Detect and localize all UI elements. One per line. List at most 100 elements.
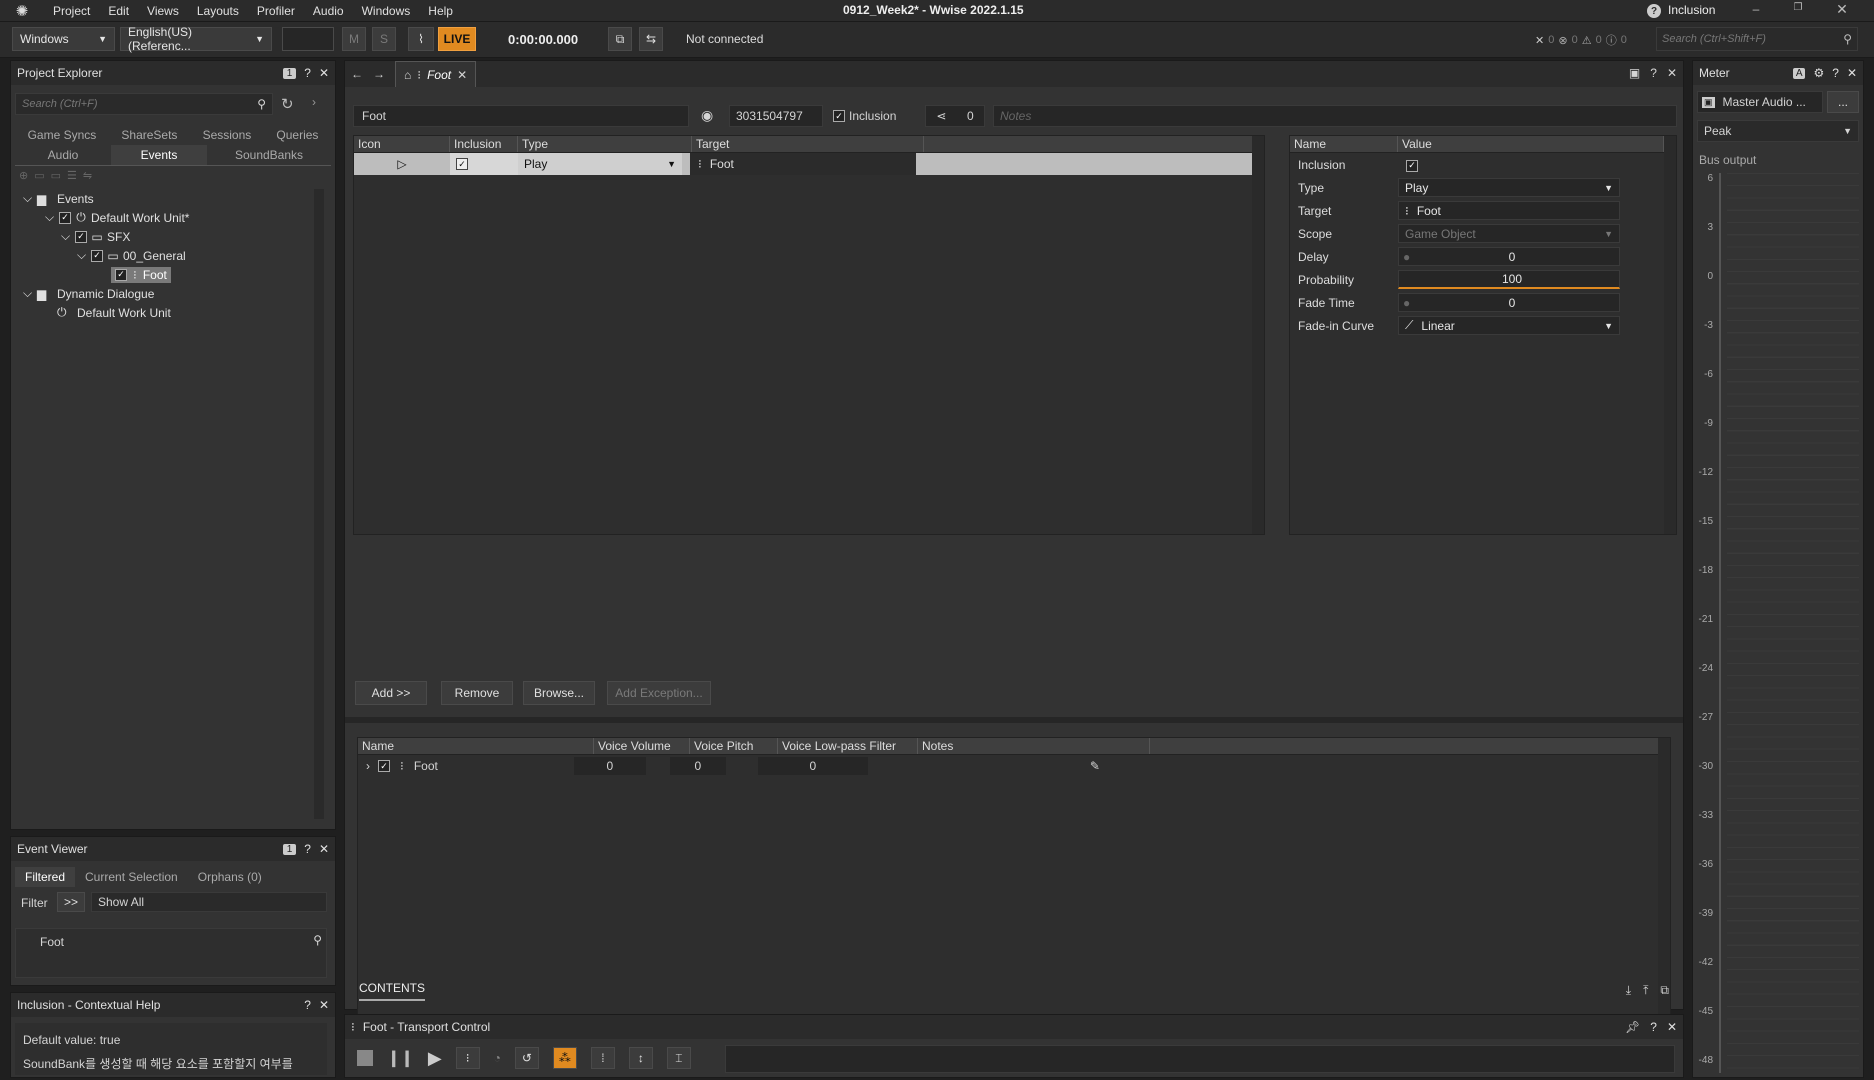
- dots-button[interactable]: ⁝: [455, 1047, 480, 1069]
- minimize-icon[interactable]: –: [1746, 2, 1766, 16]
- bus-select[interactable]: ▣ Master Audio ...: [1697, 91, 1823, 113]
- delay-slider[interactable]: ● 0: [1398, 247, 1620, 266]
- help-icon[interactable]: ?: [304, 998, 311, 1012]
- browse-button[interactable]: Browse...: [523, 681, 595, 705]
- pin-icon[interactable]: 📌︎: [1625, 1020, 1640, 1034]
- meter-mode-select[interactable]: Peak ▼: [1697, 120, 1859, 142]
- close-window-icon[interactable]: ✕: [1832, 1, 1852, 18]
- tab-soundbanks[interactable]: SoundBanks: [207, 145, 331, 165]
- stop-icon[interactable]: [357, 1050, 373, 1066]
- color-icon[interactable]: ◉: [701, 107, 713, 124]
- add-button[interactable]: Add >>: [355, 681, 427, 705]
- global-search[interactable]: Search (Ctrl+Shift+F) ⚲: [1656, 27, 1858, 51]
- states-button[interactable]: ⁞: [590, 1047, 615, 1069]
- refresh-icon[interactable]: ↻: [281, 95, 294, 113]
- target-field[interactable]: ⁝ Foot: [690, 153, 916, 175]
- help-icon[interactable]: ?: [304, 842, 311, 856]
- name-field[interactable]: Foot: [353, 105, 689, 127]
- switches-button[interactable]: ↕: [628, 1047, 653, 1069]
- fade-curve-select[interactable]: ⟋ Linear ▼: [1398, 316, 1620, 335]
- upload-icon[interactable]: ⤒: [1643, 983, 1648, 998]
- tab-sessions[interactable]: Sessions: [193, 125, 262, 145]
- menu-profiler[interactable]: Profiler: [248, 0, 304, 22]
- editor-tab[interactable]: ⌂ ⁝ Foot ✕: [395, 61, 477, 87]
- solo-button[interactable]: S: [372, 27, 396, 51]
- back-icon[interactable]: ←: [351, 67, 363, 81]
- home-icon[interactable]: ⌂: [404, 68, 411, 82]
- props-scrollbar[interactable]: [1664, 136, 1676, 534]
- sync-group-badge[interactable]: 1: [282, 67, 297, 79]
- close-icon[interactable]: ✕: [319, 998, 329, 1012]
- tab-events[interactable]: Events: [111, 145, 207, 165]
- probability-slider[interactable]: 100: [1398, 270, 1620, 289]
- list-item[interactable]: Foot: [40, 935, 64, 949]
- restore-icon[interactable]: ❐: [1788, 2, 1808, 13]
- tree-item[interactable]: ⌵ ▆ Events: [19, 189, 315, 208]
- connect-button[interactable]: ⇆: [639, 27, 663, 51]
- rtpc-button[interactable]: ⌶: [666, 1047, 691, 1069]
- blank-button[interactable]: [282, 27, 334, 51]
- filter-expand-button[interactable]: >>: [57, 892, 85, 912]
- menu-views[interactable]: Views: [138, 0, 188, 22]
- menu-help[interactable]: Help: [419, 0, 462, 22]
- help-icon[interactable]: ?: [304, 66, 311, 80]
- game-objects-button[interactable]: ⁂: [552, 1047, 577, 1069]
- close-icon[interactable]: ✕: [319, 842, 329, 856]
- forward-icon[interactable]: →: [373, 67, 385, 81]
- checkbox[interactable]: ✓: [1406, 159, 1418, 172]
- menu-project[interactable]: Project: [44, 0, 99, 22]
- help-icon[interactable]: ?: [1647, 4, 1661, 18]
- tree-item-selected[interactable]: ✓ ⁝ Foot: [19, 265, 315, 284]
- search-icon[interactable]: ⚲: [313, 933, 322, 947]
- close-icon[interactable]: ✕: [457, 68, 467, 82]
- add-icon[interactable]: ⊕: [19, 169, 28, 182]
- filter-select[interactable]: Show All: [91, 892, 327, 912]
- clear-icon[interactable]: ✕: [1535, 34, 1544, 47]
- project-search[interactable]: Search (Ctrl+F) ⚲: [15, 93, 273, 115]
- help-icon[interactable]: ?: [1832, 66, 1839, 80]
- play-icon[interactable]: ▶: [428, 1048, 442, 1069]
- profiler-graph-button[interactable]: ⌇: [408, 27, 434, 51]
- menu-windows[interactable]: Windows: [353, 0, 420, 22]
- wwise-logo-icon[interactable]: ✺: [0, 2, 44, 20]
- tab-audio[interactable]: Audio: [15, 145, 111, 165]
- menu-edit[interactable]: Edit: [99, 0, 138, 22]
- close-icon[interactable]: ✕: [1667, 1020, 1677, 1034]
- close-icon[interactable]: ✕: [319, 66, 329, 80]
- bus-more-button[interactable]: ...: [1827, 91, 1859, 113]
- tab-filtered[interactable]: Filtered: [15, 867, 76, 887]
- gear-icon[interactable]: ⚙: [1813, 66, 1824, 80]
- voice-volume-slider[interactable]: 0: [573, 757, 646, 775]
- live-button[interactable]: LIVE: [438, 27, 476, 51]
- mute-button[interactable]: M: [342, 27, 366, 51]
- close-icon[interactable]: ✕: [1667, 66, 1677, 80]
- tree-item[interactable]: ⏻ Default Work Unit: [19, 303, 315, 322]
- sync-badge[interactable]: A: [1792, 67, 1806, 79]
- tree-item[interactable]: ⌵ ✓ ⏻ Default Work Unit*: [19, 208, 315, 227]
- close-icon[interactable]: ✕: [1847, 66, 1857, 80]
- voice-lpf-slider[interactable]: 0: [757, 757, 868, 775]
- voice-pitch-slider[interactable]: 0: [669, 757, 726, 775]
- help-icon[interactable]: ?: [1650, 1020, 1657, 1034]
- list-icon[interactable]: ☰: [67, 169, 77, 182]
- fade-time-slider[interactable]: ● 0: [1398, 293, 1620, 312]
- platform-select[interactable]: Windows ▼: [12, 27, 115, 51]
- checkbox[interactable]: ✓: [378, 760, 390, 772]
- tab-game-syncs[interactable]: Game Syncs: [18, 125, 107, 145]
- sync-group-badge[interactable]: 1: [282, 843, 297, 855]
- checkbox[interactable]: ✓: [456, 158, 468, 170]
- tab-queries[interactable]: Queries: [266, 125, 328, 145]
- type-select[interactable]: Play ▼: [1398, 178, 1620, 197]
- folder-icon[interactable]: ▭: [51, 169, 61, 182]
- help-icon[interactable]: ?: [1650, 66, 1657, 80]
- target-field[interactable]: ⁝ Foot: [1398, 201, 1620, 220]
- explorer-scrollbar[interactable]: [314, 189, 324, 819]
- contents-row[interactable]: › ✓ ⁝ Foot 0 0 0 ✎: [358, 755, 1656, 777]
- checkbox[interactable]: ✓: [75, 230, 87, 243]
- pin-icon[interactable]: ▣: [1629, 66, 1640, 80]
- tree-item[interactable]: ⌵ ✓ ▭ 00_General: [19, 246, 315, 265]
- language-select[interactable]: English(US) (Referenc... ▼: [120, 25, 272, 53]
- references-field[interactable]: ⋖ 0: [925, 105, 985, 127]
- contents-tab[interactable]: CONTENTS: [359, 981, 425, 1001]
- expand-icon[interactable]: ›: [358, 759, 378, 773]
